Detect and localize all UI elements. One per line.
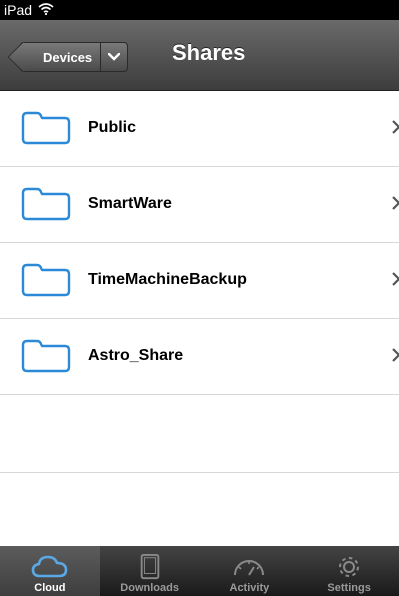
chevron-right-icon [392, 196, 399, 210]
share-name: Public [88, 119, 137, 136]
tab-activity[interactable]: Activity [200, 546, 300, 596]
tab-downloads[interactable]: Downloads [100, 546, 200, 596]
tablet-icon [140, 554, 159, 580]
folder-icon [21, 111, 71, 145]
folder-icon [21, 339, 71, 373]
speedometer-icon [234, 560, 265, 576]
share-row-smartware[interactable]: SmartWare [0, 167, 399, 243]
chevron-right-icon [392, 272, 399, 286]
share-row-timemachinebackup[interactable]: TimeMachineBackup [0, 243, 399, 319]
folder-icon [21, 187, 71, 221]
devices-dropdown-button[interactable] [100, 42, 129, 72]
chevron-right-icon [392, 120, 399, 134]
page-title: Shares [172, 40, 246, 65]
tab-label: Cloud [34, 582, 66, 594]
share-row-astro-share[interactable]: Astro_Share [0, 319, 399, 395]
tab-cloud[interactable]: Cloud [0, 546, 100, 596]
status-bar: iPad [0, 0, 399, 20]
folder-icon [21, 263, 71, 297]
back-group: Devices [20, 42, 129, 72]
back-button-label: Devices [43, 50, 93, 65]
tab-bar: Cloud Downloads Activity Settings [0, 546, 399, 596]
wifi-icon [38, 2, 54, 18]
tab-label: Downloads [120, 582, 179, 594]
share-row-public[interactable]: Public [0, 91, 399, 167]
navigation-bar: Devices Shares [0, 20, 399, 91]
share-name: SmartWare [88, 195, 172, 212]
gear-icon [339, 557, 360, 577]
share-name: Astro_Share [88, 347, 184, 364]
tab-label: Activity [229, 582, 270, 594]
share-name: TimeMachineBackup [88, 271, 247, 288]
empty-list-row [0, 395, 399, 473]
empty-list-row [0, 473, 399, 551]
chevron-down-icon [108, 53, 121, 61]
shares-list: Public SmartWare TimeMachineBackup Astro… [0, 91, 399, 551]
devices-back-button[interactable]: Devices [20, 42, 101, 72]
tab-label: Settings [327, 582, 371, 594]
device-name: iPad [4, 2, 33, 18]
cloud-icon [31, 555, 68, 578]
tab-settings[interactable]: Settings [299, 546, 399, 596]
chevron-right-icon [392, 348, 399, 362]
